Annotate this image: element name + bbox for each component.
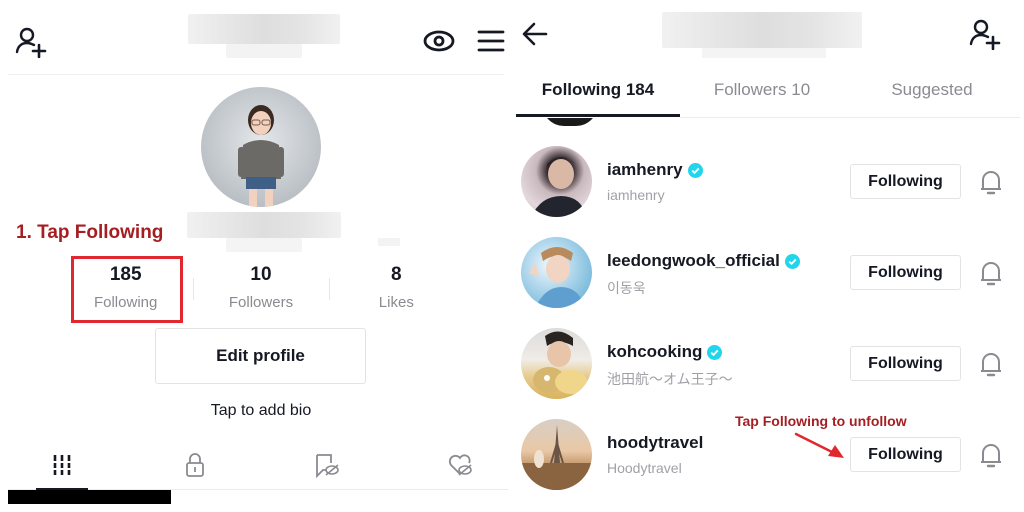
avatar-photo	[529, 247, 585, 308]
redacted-username	[662, 12, 862, 48]
hamburger-menu-icon[interactable]	[476, 28, 506, 54]
list-item[interactable]: hoodytravel Hoodytravel Following	[512, 397, 1024, 490]
avatar-photo	[533, 331, 587, 394]
user-display-name: Hoodytravel	[607, 460, 682, 476]
username-text: leedongwook_official	[607, 251, 780, 270]
tab-followers[interactable]: Followers 10	[680, 72, 844, 116]
edit-profile-button[interactable]: Edit profile	[155, 328, 366, 384]
avatar-photo	[531, 157, 587, 217]
user-avatar[interactable]	[521, 328, 592, 399]
bell-icon[interactable]	[978, 350, 1004, 378]
active-tab-indicator	[516, 114, 680, 117]
avatar-photo	[521, 425, 592, 490]
redacted-display-name-shadow	[226, 238, 302, 252]
avatar-figure	[238, 105, 284, 207]
saved-hidden-icon[interactable]	[314, 452, 340, 478]
bell-icon[interactable]	[978, 168, 1004, 196]
person-plus-icon[interactable]	[14, 26, 48, 58]
verified-badge-icon	[707, 344, 723, 360]
person-plus-icon[interactable]	[968, 18, 1002, 50]
redaction-bar	[8, 490, 171, 504]
stat-separator	[193, 278, 195, 300]
user-username[interactable]: iamhenry	[607, 160, 703, 180]
follow-tabs: Following 184 Followers 10 Suggested	[516, 72, 1020, 116]
redacted-username	[188, 14, 340, 44]
username-text: hoodytravel	[607, 433, 704, 452]
annotation-highlight-box	[71, 256, 183, 323]
following-list-screen: Following 184 Followers 10 Suggested iam…	[512, 0, 1024, 512]
add-bio-link[interactable]: Tap to add bio	[0, 402, 512, 420]
tab-following[interactable]: Following 184	[516, 72, 680, 116]
stat-likes[interactable]: 8 Likes	[328, 258, 464, 322]
user-avatar[interactable]	[521, 237, 592, 308]
following-button[interactable]: Following	[850, 255, 961, 290]
following-list: iamhenry iamhenry Following leedongwook_…	[512, 124, 1024, 490]
redacted-display-name	[187, 212, 341, 238]
following-button[interactable]: Following	[850, 437, 961, 472]
redacted-username-shadow	[226, 44, 302, 58]
bell-icon[interactable]	[978, 441, 1004, 469]
stat-likes-label: Likes	[378, 294, 414, 311]
stat-likes-count: 8	[391, 264, 402, 285]
list-item[interactable]: leedongwook_official 이동욱 Following	[512, 215, 1024, 308]
redacted-mark	[378, 238, 400, 246]
user-username[interactable]: kohcooking	[607, 342, 723, 362]
verified-badge-icon	[687, 162, 703, 178]
stat-followers[interactable]: 10 Followers	[193, 258, 328, 322]
user-display-name: 池田航〜オム王子〜	[607, 371, 733, 387]
content-tabs	[0, 446, 512, 486]
header-divider	[8, 74, 504, 75]
user-avatar[interactable]	[521, 146, 592, 217]
eye-icon[interactable]	[422, 28, 456, 54]
user-username[interactable]: hoodytravel	[607, 433, 703, 453]
list-item[interactable]: kohcooking 池田航〜オム王子〜 Following	[512, 306, 1024, 399]
following-button[interactable]: Following	[850, 346, 961, 381]
lock-icon[interactable]	[182, 452, 208, 478]
bell-icon[interactable]	[978, 259, 1004, 287]
stat-separator	[328, 278, 330, 300]
tab-suggested[interactable]: Suggested	[844, 72, 1020, 116]
profile-screen: 1. Tap Following 185 Following 10 Follow…	[0, 0, 512, 512]
profile-avatar[interactable]	[201, 87, 321, 207]
annotation-unfollow: Tap Following to unfollow	[735, 413, 907, 429]
annotation-step-1: 1. Tap Following	[16, 222, 164, 243]
user-display-name: iamhenry	[607, 187, 665, 203]
verified-badge-icon	[784, 253, 800, 269]
stat-followers-label: Followers	[228, 294, 294, 311]
username-text: iamhenry	[607, 160, 683, 179]
stat-followers-count: 10	[250, 264, 272, 285]
username-text: kohcooking	[607, 342, 703, 361]
list-item[interactable]: iamhenry iamhenry Following	[512, 124, 1024, 217]
user-avatar[interactable]	[521, 419, 592, 490]
profile-header	[0, 0, 512, 76]
redacted-username-shadow	[702, 48, 826, 58]
following-button[interactable]: Following	[850, 164, 961, 199]
liked-hidden-icon[interactable]	[447, 452, 473, 478]
annotation-arrow-icon	[794, 432, 844, 458]
tabs-divider	[680, 117, 1020, 118]
user-display-name: 이동욱	[607, 280, 646, 296]
user-username[interactable]: leedongwook_official	[607, 251, 800, 271]
arrow-left-icon[interactable]	[520, 20, 552, 48]
grid-videos-icon[interactable]	[49, 452, 75, 478]
